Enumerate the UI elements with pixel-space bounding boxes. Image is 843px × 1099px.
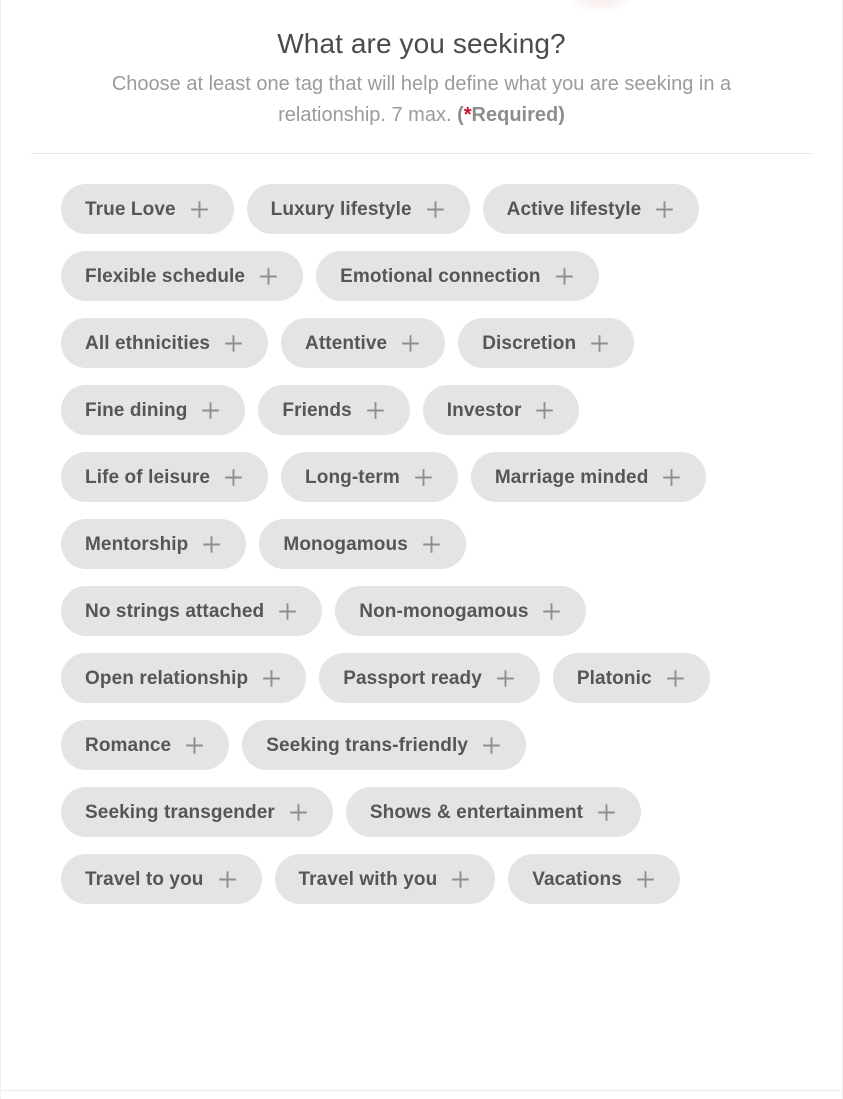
tag-label: Shows & entertainment: [369, 801, 584, 823]
tag-chip[interactable]: Friends: [258, 385, 410, 435]
tag-chip[interactable]: Emotional connection: [316, 251, 599, 301]
plus-icon[interactable]: [223, 467, 244, 488]
tag-chip[interactable]: Shows & entertainment: [345, 787, 642, 837]
required-close-paren: ): [558, 104, 565, 126]
plus-icon[interactable]: [184, 735, 205, 756]
plus-icon[interactable]: [661, 467, 682, 488]
tag-list: True Love Luxury lifestyle Active lifestyl…: [1, 154, 761, 904]
plus-icon[interactable]: [635, 869, 656, 890]
plus-icon[interactable]: [421, 534, 442, 555]
plus-icon[interactable]: [413, 467, 434, 488]
tag-chip[interactable]: True Love: [61, 184, 234, 234]
tag-label: Seeking trans-friendly: [266, 734, 468, 756]
plus-icon[interactable]: [596, 802, 617, 823]
plus-icon[interactable]: [495, 668, 516, 689]
plus-icon[interactable]: [450, 869, 471, 890]
tag-label: Fine dining: [85, 399, 188, 421]
tag-label: Platonic: [576, 667, 652, 689]
tag-chip[interactable]: Mentorship: [61, 519, 247, 569]
subtitle-text: Choose at least one tag that will help d…: [111, 73, 732, 126]
required-label: Required: [471, 104, 559, 126]
tag-label: Open relationship: [85, 667, 249, 689]
tag-label: Discretion: [482, 332, 577, 354]
tag-chip[interactable]: Seeking trans-friendly: [242, 720, 526, 770]
tag-chip[interactable]: Flexible schedule: [61, 251, 304, 301]
tag-label: Monogamous: [283, 533, 408, 555]
tag-chip[interactable]: Attentive: [281, 318, 446, 368]
required-open-paren: (: [457, 104, 464, 126]
tag-chip[interactable]: All ethnicities: [61, 318, 269, 368]
plus-icon[interactable]: [365, 400, 386, 421]
tag-label: Flexible schedule: [85, 265, 246, 287]
seeking-tags-page: What are you seeking? Choose at least on…: [0, 0, 843, 1099]
tag-label: Vacations: [532, 868, 622, 890]
tag-label: Seeking transgender: [85, 801, 275, 823]
plus-icon[interactable]: [258, 266, 279, 287]
tag-chip[interactable]: Life of leisure: [61, 452, 269, 502]
plus-icon[interactable]: [288, 802, 309, 823]
tag-label: Friends: [282, 399, 352, 421]
tag-chip[interactable]: Romance: [61, 720, 230, 770]
tag-chip[interactable]: Fine dining: [61, 385, 246, 435]
required-asterisk: *: [463, 104, 472, 126]
tag-label: Passport ready: [343, 667, 482, 689]
tag-chip[interactable]: Discretion: [458, 318, 635, 368]
tag-chip[interactable]: Non-monogamous: [335, 586, 587, 636]
tag-chip[interactable]: No strings attached: [61, 586, 323, 636]
plus-icon[interactable]: [665, 668, 686, 689]
tag-label: Attentive: [305, 332, 388, 354]
tag-label: All ethnicities: [85, 332, 211, 354]
plus-icon[interactable]: [541, 601, 562, 622]
tag-chip[interactable]: Active lifestyle: [482, 184, 700, 234]
plus-icon[interactable]: [201, 534, 222, 555]
tag-chip[interactable]: Monogamous: [259, 519, 466, 569]
page-title: What are you seeking?: [277, 28, 566, 59]
tag-chip[interactable]: Luxury lifestyle: [246, 184, 470, 234]
plus-icon[interactable]: [189, 199, 210, 220]
plus-icon[interactable]: [554, 266, 575, 287]
plus-icon[interactable]: [589, 333, 610, 354]
plus-icon[interactable]: [261, 668, 282, 689]
plus-icon[interactable]: [277, 601, 298, 622]
plus-icon[interactable]: [425, 199, 446, 220]
tag-label: Long-term: [305, 466, 400, 488]
tag-chip[interactable]: Investor: [422, 385, 580, 435]
plus-icon[interactable]: [200, 400, 221, 421]
tag-label: Investor: [446, 399, 522, 421]
required-note: (*Required): [457, 104, 565, 126]
tag-label: No strings attached: [85, 600, 265, 622]
tag-chip[interactable]: Open relationship: [61, 653, 307, 703]
tag-label: Travel with you: [298, 868, 438, 890]
tag-label: True Love: [85, 198, 176, 220]
tag-label: Luxury lifestyle: [270, 198, 412, 220]
page-subtitle: Choose at least one tag that will help d…: [57, 69, 787, 131]
plus-icon[interactable]: [400, 333, 421, 354]
plus-icon[interactable]: [217, 869, 238, 890]
tag-chip[interactable]: Seeking transgender: [61, 787, 333, 837]
tag-chip[interactable]: Travel to you: [61, 854, 262, 904]
bottom-divider: [1, 1090, 842, 1091]
plus-icon[interactable]: [534, 400, 555, 421]
tag-chip[interactable]: Marriage minded: [470, 452, 707, 502]
plus-icon[interactable]: [481, 735, 502, 756]
tag-chip[interactable]: Travel with you: [274, 854, 496, 904]
tag-label: Life of leisure: [85, 466, 211, 488]
tag-chip[interactable]: Vacations: [508, 854, 680, 904]
tag-chip[interactable]: Long-term: [281, 452, 458, 502]
tag-label: Romance: [85, 734, 172, 756]
plus-icon[interactable]: [223, 333, 244, 354]
tag-label: Travel to you: [85, 868, 204, 890]
tag-label: Mentorship: [85, 533, 189, 555]
tag-chip[interactable]: Platonic: [552, 653, 710, 703]
page-header: What are you seeking? Choose at least on…: [1, 0, 842, 131]
tag-label: Emotional connection: [340, 265, 541, 287]
tag-label: Marriage minded: [494, 466, 649, 488]
plus-icon[interactable]: [654, 199, 675, 220]
tag-chip[interactable]: Passport ready: [319, 653, 540, 703]
tag-label: Active lifestyle: [506, 198, 642, 220]
tag-label: Non-monogamous: [359, 600, 529, 622]
